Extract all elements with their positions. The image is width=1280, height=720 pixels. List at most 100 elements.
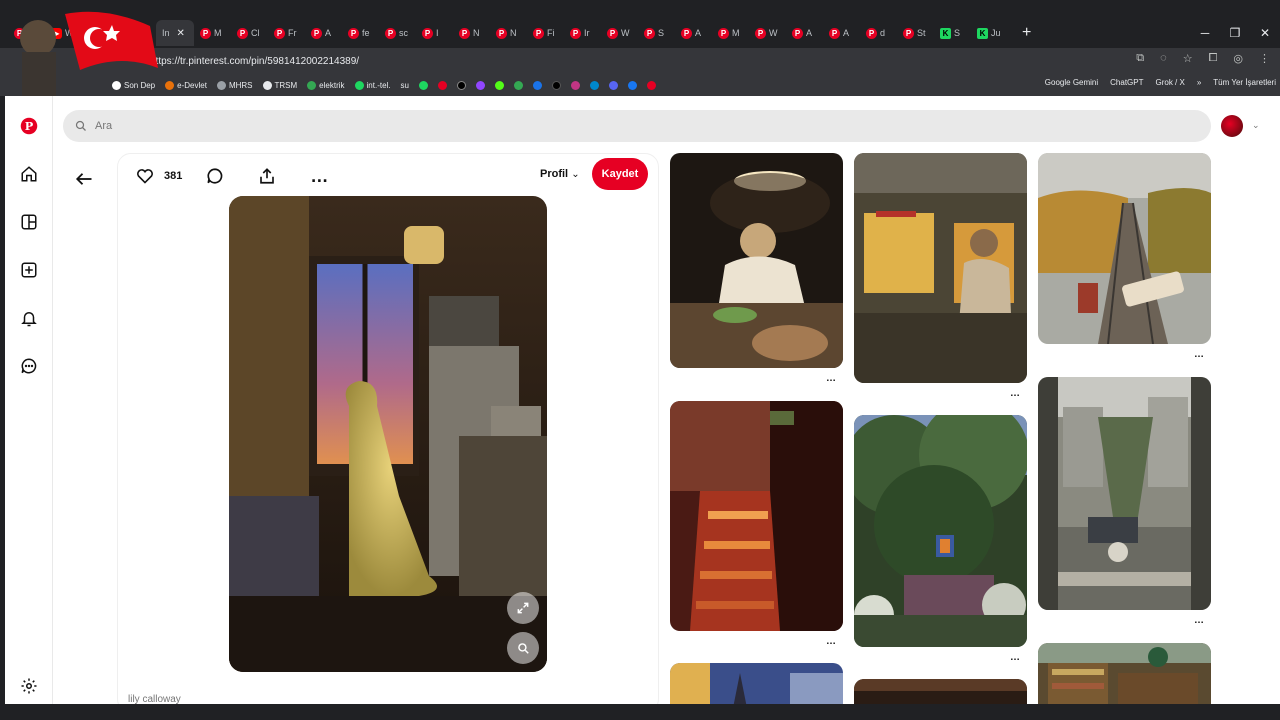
tab[interactable]: Pd xyxy=(860,20,897,46)
bell-icon[interactable] xyxy=(19,308,39,328)
more-options-icon[interactable]: … xyxy=(1010,652,1021,663)
tab[interactable]: PA xyxy=(786,20,823,46)
tab-label: A xyxy=(695,28,702,38)
expand-icon[interactable] xyxy=(507,592,539,624)
pin-image[interactable] xyxy=(229,196,547,672)
grid-pin[interactable] xyxy=(1038,153,1211,344)
profile-dropdown[interactable]: Profil ⌄ xyxy=(540,168,580,180)
more-options-icon[interactable]: … xyxy=(826,373,837,384)
bookmark-chatgpt[interactable]: ChatGPT xyxy=(1110,78,1143,87)
tab[interactable]: Pfe xyxy=(342,20,379,46)
tab[interactable]: PI xyxy=(416,20,453,46)
extensions-icon[interactable]: ⧠ xyxy=(1209,52,1218,65)
pinterest-icon: P xyxy=(533,27,544,39)
tab[interactable]: P Cl xyxy=(231,20,268,46)
grid-pin[interactable] xyxy=(670,401,843,631)
grid-pin[interactable] xyxy=(854,679,1027,704)
instagram-icon[interactable] xyxy=(570,80,580,90)
bookmark[interactable]: elektrik xyxy=(307,80,345,90)
more-options-icon[interactable]: … xyxy=(1194,349,1205,360)
new-tab-button[interactable]: + xyxy=(1022,24,1031,42)
back-arrow-icon[interactable] xyxy=(75,172,93,191)
tab[interactable]: PA xyxy=(823,20,860,46)
bookmark[interactable]: int.-tel. xyxy=(354,80,391,90)
eye-off-icon[interactable]: ◌ xyxy=(1160,52,1167,65)
bookmark[interactable]: e-Devlet xyxy=(165,80,207,90)
share-icon[interactable] xyxy=(258,167,276,185)
home-icon[interactable] xyxy=(19,164,39,184)
tab[interactable]: PA xyxy=(675,20,712,46)
x-icon[interactable] xyxy=(456,80,466,90)
bookmark[interactable]: su xyxy=(401,81,409,90)
grid-pin[interactable] xyxy=(1038,377,1211,610)
bookmark[interactable]: TRSM xyxy=(262,80,297,90)
grid-photo xyxy=(670,663,843,704)
bookmark-icon[interactable] xyxy=(532,80,542,90)
youtube-icon[interactable] xyxy=(437,80,447,90)
save-button[interactable]: Kaydet xyxy=(592,158,648,190)
install-icon[interactable]: ⧉ xyxy=(1136,52,1144,65)
discord-icon[interactable] xyxy=(608,80,618,90)
more-options-icon[interactable]: … xyxy=(826,636,837,647)
chevron-down-icon[interactable]: ⌄ xyxy=(1252,120,1260,131)
avatar[interactable] xyxy=(1221,115,1243,137)
tab[interactable]: PM xyxy=(712,20,749,46)
close-tab-icon[interactable]: ✕ xyxy=(177,28,185,39)
menu-icon[interactable]: ⋮ xyxy=(1259,52,1270,65)
grid-pin[interactable] xyxy=(854,153,1027,383)
tab[interactable]: PW xyxy=(601,20,638,46)
tab[interactable]: PA xyxy=(305,20,342,46)
pinterest-logo-icon[interactable]: P xyxy=(19,116,39,136)
explore-icon[interactable] xyxy=(19,212,39,232)
tab[interactable]: P St xyxy=(897,20,934,46)
bookmark-gemini[interactable]: Google Gemini xyxy=(1045,78,1098,87)
bookmark[interactable]: MHRS xyxy=(216,80,253,90)
visual-search-icon[interactable] xyxy=(507,632,539,664)
grid-pin[interactable] xyxy=(854,415,1027,647)
tab[interactable]: PM xyxy=(194,20,231,46)
tab[interactable]: P Fr xyxy=(268,20,305,46)
minimize-button[interactable]: ─ xyxy=(1190,18,1220,48)
bookmark-label: MHRS xyxy=(228,80,253,90)
more-bookmarks-icon[interactable]: » xyxy=(1197,78,1201,87)
tab[interactable]: P Fi xyxy=(527,20,564,46)
facebook-icon[interactable] xyxy=(627,80,637,90)
grid-pin[interactable] xyxy=(670,153,843,368)
tab[interactable]: PS xyxy=(638,20,675,46)
tiktok-icon[interactable] xyxy=(551,80,561,90)
heart-icon[interactable] xyxy=(136,168,154,184)
pinterest-icon: P xyxy=(496,27,507,39)
pinterest-icon[interactable] xyxy=(646,80,656,90)
tab[interactable]: PN xyxy=(453,20,490,46)
more-options-icon[interactable]: … xyxy=(1194,615,1205,626)
tab[interactable]: Psc xyxy=(379,20,416,46)
profile-icon[interactable]: ◎ xyxy=(1233,52,1243,65)
settings-icon[interactable] xyxy=(19,676,39,696)
bookmark-icon[interactable] xyxy=(418,80,428,90)
all-bookmarks[interactable]: Tüm Yer İşaretleri xyxy=(1213,78,1276,87)
maximize-button[interactable]: ❐ xyxy=(1220,18,1250,48)
tab[interactable]: PW xyxy=(749,20,786,46)
url-field[interactable]: https://tr.pinterest.com/pin/59814120022… xyxy=(150,56,359,67)
telegram-icon[interactable] xyxy=(589,80,599,90)
messages-icon[interactable] xyxy=(19,356,39,376)
search-input[interactable]: Ara xyxy=(63,110,1211,142)
bookmark-icon[interactable] xyxy=(513,80,523,90)
more-options-icon[interactable]: … xyxy=(1010,388,1021,399)
pin-author[interactable]: lily calloway xyxy=(128,694,181,704)
close-window-button[interactable]: ✕ xyxy=(1250,18,1280,48)
tab[interactable]: PN xyxy=(490,20,527,46)
tab[interactable]: P Ir xyxy=(564,20,601,46)
bookmark-grok[interactable]: Grok / X xyxy=(1156,78,1185,87)
browser-window: PA ▶W 𝕏X AA In✕ PM PCl PFr PA Pfe Psc PI… xyxy=(0,0,1280,720)
kick-icon[interactable] xyxy=(494,80,504,90)
twitch-icon[interactable] xyxy=(475,80,485,90)
grid-pin[interactable] xyxy=(670,663,843,704)
grid-pin[interactable] xyxy=(1038,643,1211,704)
create-icon[interactable] xyxy=(19,260,39,280)
star-icon[interactable]: ☆ xyxy=(1183,52,1193,65)
more-options-icon[interactable]: … xyxy=(310,167,329,185)
comment-icon[interactable] xyxy=(206,167,224,185)
tab[interactable]: K Ju xyxy=(971,20,1008,46)
tab[interactable]: KS xyxy=(934,20,971,46)
